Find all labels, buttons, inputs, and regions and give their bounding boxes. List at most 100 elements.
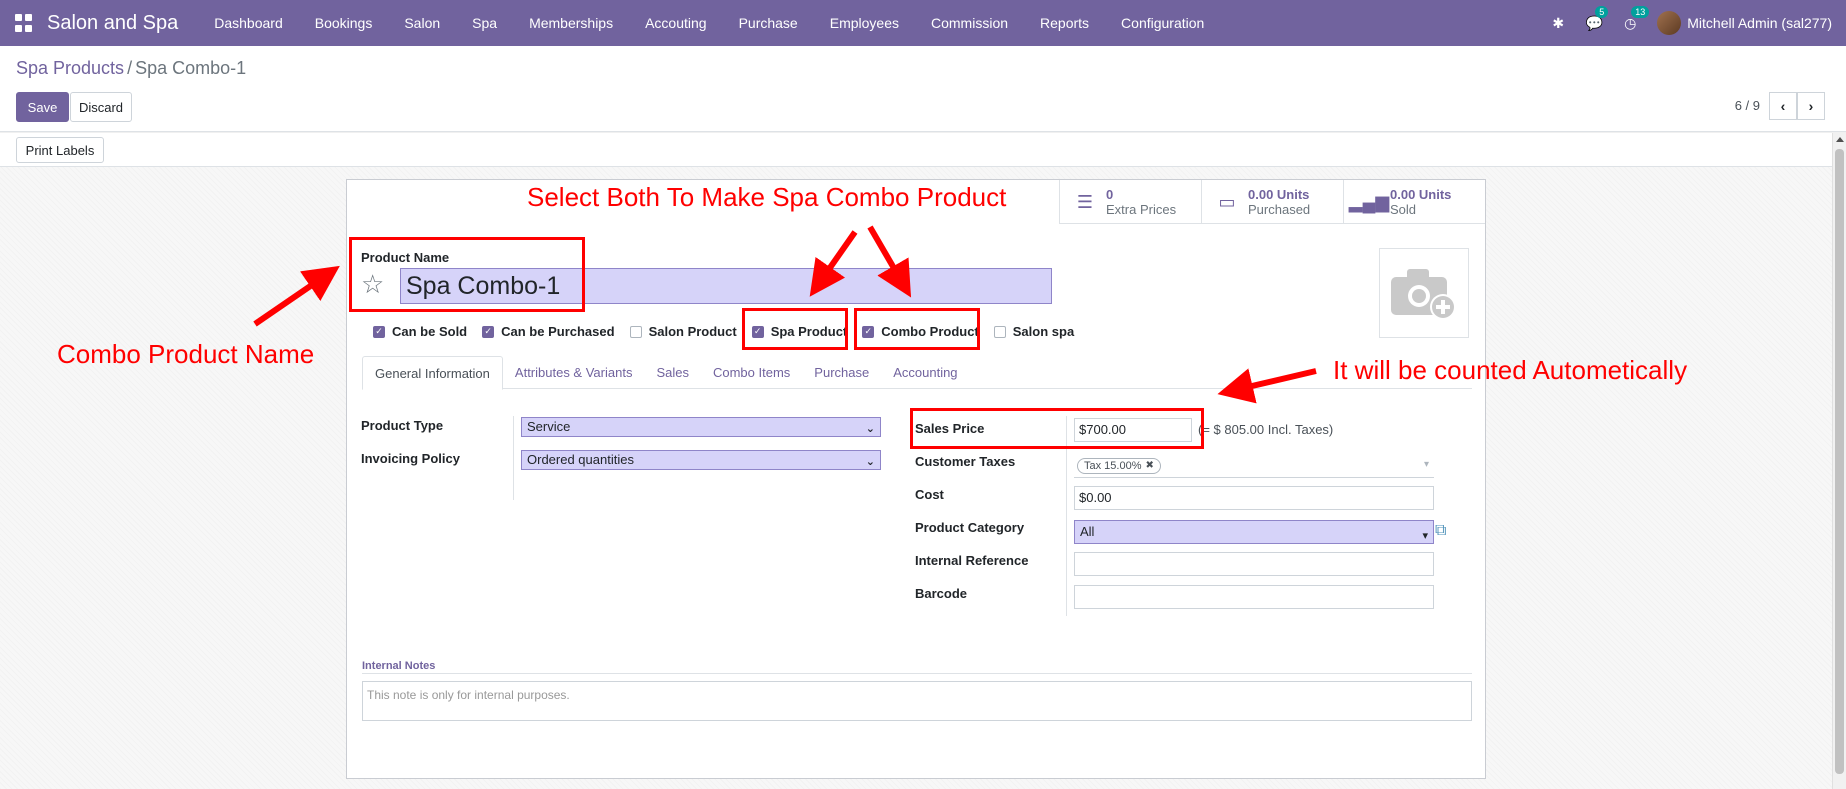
combo-product-label: Combo Product [881, 324, 979, 339]
breadcrumb: Spa Products / Spa Combo-1 [16, 58, 246, 79]
internal-notes-title: Internal Notes [362, 660, 436, 672]
menu-item-bookings[interactable]: Bookings [299, 15, 389, 31]
checkbox-checked-icon: ✓ [373, 325, 385, 338]
cost-input[interactable]: $0.00 [1074, 486, 1434, 510]
chevron-down-icon: ⌄ [865, 423, 875, 435]
print-labels-button[interactable]: Print Labels [16, 137, 104, 163]
can-be-purchased-checkbox[interactable]: ✓ Can be Purchased [482, 324, 615, 339]
navbar-systray: ✱ 💬 5 ◷ 13 Mitchell Admin (sal277) [1549, 0, 1846, 46]
sold-label: Sold [1390, 202, 1417, 217]
remove-tag-icon[interactable]: ✖ [1145, 455, 1153, 477]
menu-item-accouting[interactable]: Accouting [629, 15, 722, 31]
barcode-label: Barcode [915, 586, 968, 601]
sales-price-input[interactable]: $700.00 [1074, 418, 1192, 442]
product-type-select[interactable]: Service ⌄ [521, 417, 881, 437]
tax-tag: Tax 15.00% ✖ [1077, 458, 1161, 474]
top-navbar: Salon and Spa Dashboard Bookings Salon S… [0, 0, 1846, 46]
product-type-label: Product Type [361, 418, 444, 433]
save-button[interactable]: Save [16, 92, 69, 122]
checkbox-checked-icon: ✓ [862, 325, 875, 338]
page-scrollbar[interactable] [1832, 133, 1846, 789]
tab-accounting[interactable]: Accounting [881, 356, 969, 389]
tab-combo-items[interactable]: Combo Items [701, 356, 802, 389]
internal-notes-textarea[interactable]: This note is only for internal purposes. [362, 681, 1472, 721]
extra-prices-button[interactable]: ☰ 0 Extra Prices [1059, 180, 1201, 224]
pager-next-button[interactable]: › [1797, 92, 1825, 120]
checkbox-checked-icon: ✓ [482, 325, 495, 338]
group-divider [513, 416, 514, 500]
purchased-value: 0.00 Units [1248, 187, 1310, 202]
salon-spa-checkbox[interactable]: Salon spa [993, 324, 1074, 339]
annotation-counted-automatically: It will be counted Autometically [1333, 355, 1688, 385]
breadcrumb-parent-link[interactable]: Spa Products [16, 58, 124, 78]
apps-grid-icon[interactable] [15, 14, 33, 32]
menu-item-memberships[interactable]: Memberships [513, 15, 629, 31]
barcode-input[interactable] [1074, 585, 1434, 609]
chat-icon[interactable]: 💬 5 [1585, 6, 1609, 32]
chevron-down-icon: ▾ [1422, 530, 1428, 542]
customer-taxes-label: Customer Taxes [915, 454, 1016, 469]
menu-item-purchase[interactable]: Purchase [723, 15, 814, 31]
pager-previous-button[interactable]: ‹ [1769, 92, 1797, 120]
annotation-select-both: Select Both To Make Spa Combo Product [527, 182, 1007, 212]
purchased-button[interactable]: ▭ 0.00 Units Purchased [1201, 180, 1343, 224]
salon-product-label: Salon Product [648, 324, 737, 339]
sales-price-label: Sales Price [915, 421, 985, 436]
product-flags: ✓ Can be Sold ✓ Can be Purchased Salon Pro… [373, 324, 1089, 339]
sales-price-incl-taxes: (= $ 805.00 Incl. Taxes) [1198, 422, 1334, 437]
breadcrumb-current: Spa Combo-1 [135, 58, 247, 78]
menu-item-reports[interactable]: Reports [1024, 15, 1105, 31]
internal-notes-separator [362, 673, 1472, 674]
checkbox-unchecked-icon [993, 325, 1006, 338]
spa-product-label: Spa Product [770, 324, 848, 339]
invoicing-policy-value: Ordered quantities [527, 452, 634, 467]
purchased-label: Purchased [1248, 202, 1311, 217]
internal-reference-input[interactable] [1074, 552, 1434, 576]
tab-sales[interactable]: Sales [644, 356, 701, 389]
messages-badge: 5 [1595, 6, 1609, 18]
scrollbar-thumb[interactable] [1835, 149, 1844, 774]
menu-item-dashboard[interactable]: Dashboard [198, 15, 299, 31]
menu-item-commission[interactable]: Commission [915, 15, 1024, 31]
bug-icon[interactable]: ✱ [1549, 14, 1567, 32]
chevron-down-icon: ⌄ [865, 456, 875, 468]
menu-item-spa[interactable]: Spa [456, 15, 513, 31]
product-name-input[interactable]: Spa Combo-1 [400, 268, 1052, 304]
user-menu[interactable]: Mitchell Admin (sal277) [1687, 15, 1832, 31]
product-type-value: Service [527, 419, 571, 434]
menu-item-salon[interactable]: Salon [388, 15, 456, 31]
product-image-upload[interactable] [1379, 248, 1469, 338]
salon-product-checkbox[interactable]: Salon Product [629, 324, 737, 339]
can-be-sold-checkbox[interactable]: ✓ Can be Sold [373, 324, 467, 339]
product-category-value: All [1080, 524, 1095, 539]
combo-product-checkbox[interactable]: ✓ Combo Product [862, 324, 979, 339]
activities-badge: 13 [1631, 6, 1650, 18]
pager-value[interactable]: 6 / 9 [1735, 98, 1760, 113]
sold-value: 0.00 Units [1390, 187, 1452, 202]
internal-reference-label: Internal Reference [915, 553, 1029, 568]
app-brand[interactable]: Salon and Spa [47, 12, 178, 35]
tab-attributes-variants[interactable]: Attributes & Variants [503, 356, 645, 389]
spa-product-checkbox[interactable]: ✓ Spa Product [751, 324, 848, 339]
sold-button[interactable]: ▂▄▆ 0.00 Units Sold [1343, 180, 1485, 224]
tab-general-information[interactable]: General Information [362, 356, 503, 390]
customer-taxes-field[interactable]: Tax 15.00% ✖ ▾ [1074, 454, 1434, 478]
tab-purchase[interactable]: Purchase [802, 356, 881, 389]
clock-icon[interactable]: ◷ 13 [1621, 6, 1650, 32]
invoicing-policy-select[interactable]: Ordered quantities ⌄ [521, 450, 881, 470]
scroll-up-arrow-icon[interactable] [1836, 137, 1844, 142]
product-category-select[interactable]: All ▾ [1074, 520, 1434, 544]
notebook-tabs: General Information Attributes & Variant… [362, 356, 1472, 390]
product-form-sheet: ☰ 0 Extra Prices ▭ 0.00 Units Purchased ▂▄… [346, 179, 1486, 779]
menu-item-employees[interactable]: Employees [814, 15, 915, 31]
discard-button[interactable]: Discard [70, 92, 132, 122]
menu-item-configuration[interactable]: Configuration [1105, 15, 1220, 31]
chevron-down-icon[interactable]: ▾ [1424, 454, 1429, 476]
avatar[interactable] [1657, 11, 1682, 35]
signal-icon: ▂▄▆ [1348, 191, 1390, 212]
chevron-left-icon: ‹ [1780, 98, 1786, 114]
external-link-icon[interactable]: ⧉ [1435, 522, 1453, 540]
chevron-right-icon: › [1808, 98, 1814, 114]
favorite-star-icon[interactable]: ☆ [361, 270, 384, 298]
checkbox-checked-icon: ✓ [751, 325, 764, 338]
